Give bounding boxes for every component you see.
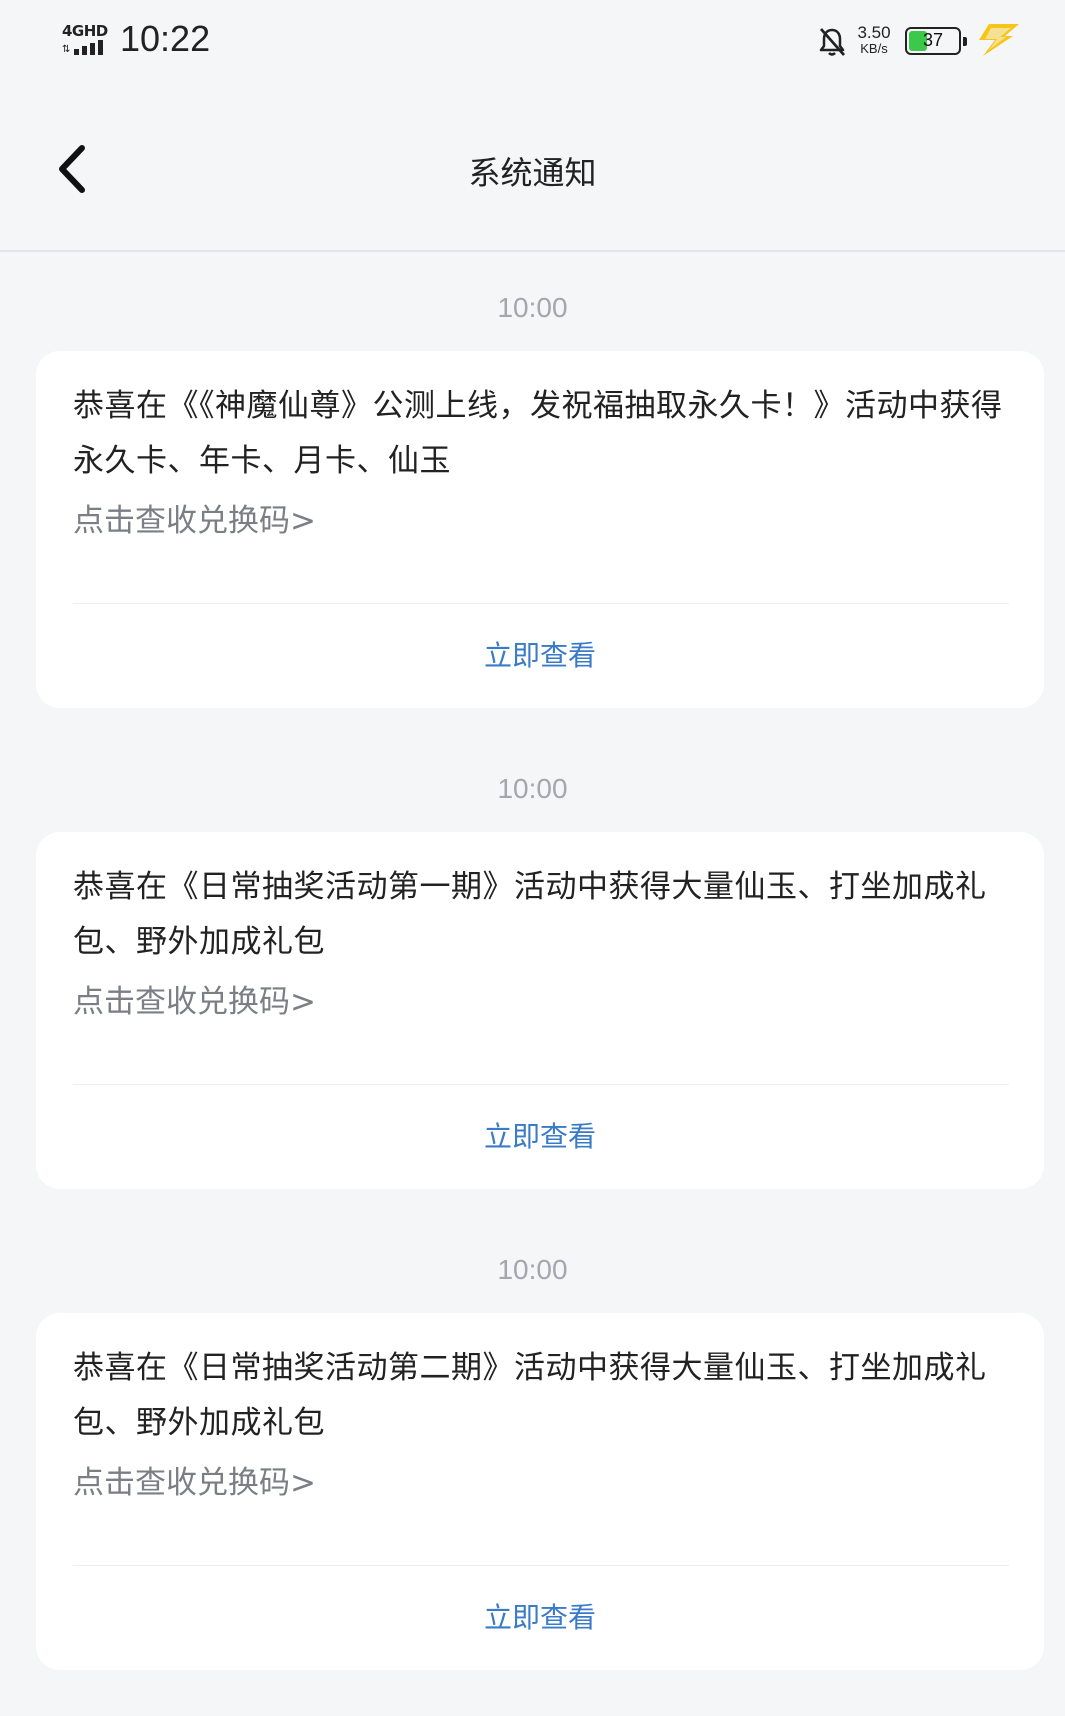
notification-item: 10:00 恭喜在《日常抽奖活动第一期》活动中获得大量仙玉、打坐加成礼包、野外加… (0, 733, 1065, 1214)
signal-icon: 4GHD ⇅ (62, 22, 108, 55)
message-card: 恭喜在《《神魔仙尊》公测上线，发祝福抽取永久卡！》活动中获得永久卡、年卡、月卡、… (36, 351, 1044, 708)
status-bar: 4GHD ⇅ 10:22 3.50 KB/s 37 (0, 0, 1065, 86)
view-now-button[interactable]: 立即查看 (36, 1566, 1044, 1670)
view-now-button[interactable]: 立即查看 (36, 604, 1044, 708)
message-time: 10:00 (497, 1254, 568, 1285)
network-type: 4GHD (62, 22, 108, 40)
notification-item: 10:00 恭喜在《日常抽奖活动第二期》活动中获得大量仙玉、打坐加成礼包、野外加… (0, 1214, 1065, 1695)
message-text: 恭喜在《日常抽奖活动第一期》活动中获得大量仙玉、打坐加成礼包、野外加成礼包 (73, 869, 987, 960)
message-text: 恭喜在《《神魔仙尊》公测上线，发祝福抽取永久卡！》活动中获得永久卡、年卡、月卡、… (73, 388, 1003, 479)
message-text: 恭喜在《日常抽奖活动第二期》活动中获得大量仙玉、打坐加成礼包、野外加成礼包 (73, 1350, 987, 1441)
net-speed-unit: KB/s (860, 41, 888, 56)
redeem-code-link[interactable]: 点击查收兑换码> (73, 501, 316, 541)
view-now-button[interactable]: 立即查看 (36, 1085, 1044, 1189)
battery-level: 37 (922, 30, 944, 50)
message-time: 10:00 (497, 292, 568, 323)
net-speed-value: 3.50 (857, 23, 891, 42)
redeem-code-link[interactable]: 点击查收兑换码> (73, 982, 316, 1022)
status-time: 10:22 (120, 18, 211, 59)
title-bar: 系统通知 (0, 86, 1065, 252)
bell-off-icon (817, 26, 847, 58)
message-card: 恭喜在《日常抽奖活动第二期》活动中获得大量仙玉、打坐加成礼包、野外加成礼包 点击… (36, 1313, 1044, 1670)
net-speed: 3.50 KB/s (852, 24, 896, 56)
message-card: 恭喜在《日常抽奖活动第一期》活动中获得大量仙玉、打坐加成礼包、野外加成礼包 点击… (36, 832, 1044, 1189)
redeem-code-link[interactable]: 点击查收兑换码> (73, 1463, 316, 1503)
battery-icon: 37 (905, 27, 967, 55)
notification-item: 10:00 恭喜在《《神魔仙尊》公测上线，发祝福抽取永久卡！》活动中获得永久卡、… (0, 252, 1065, 733)
page-title: 系统通知 (468, 154, 597, 192)
message-time: 10:00 (497, 773, 568, 804)
notification-list: 10:00 恭喜在《《神魔仙尊》公测上线，发祝福抽取永久卡！》活动中获得永久卡、… (0, 252, 1065, 1695)
charging-icon (975, 22, 1021, 58)
